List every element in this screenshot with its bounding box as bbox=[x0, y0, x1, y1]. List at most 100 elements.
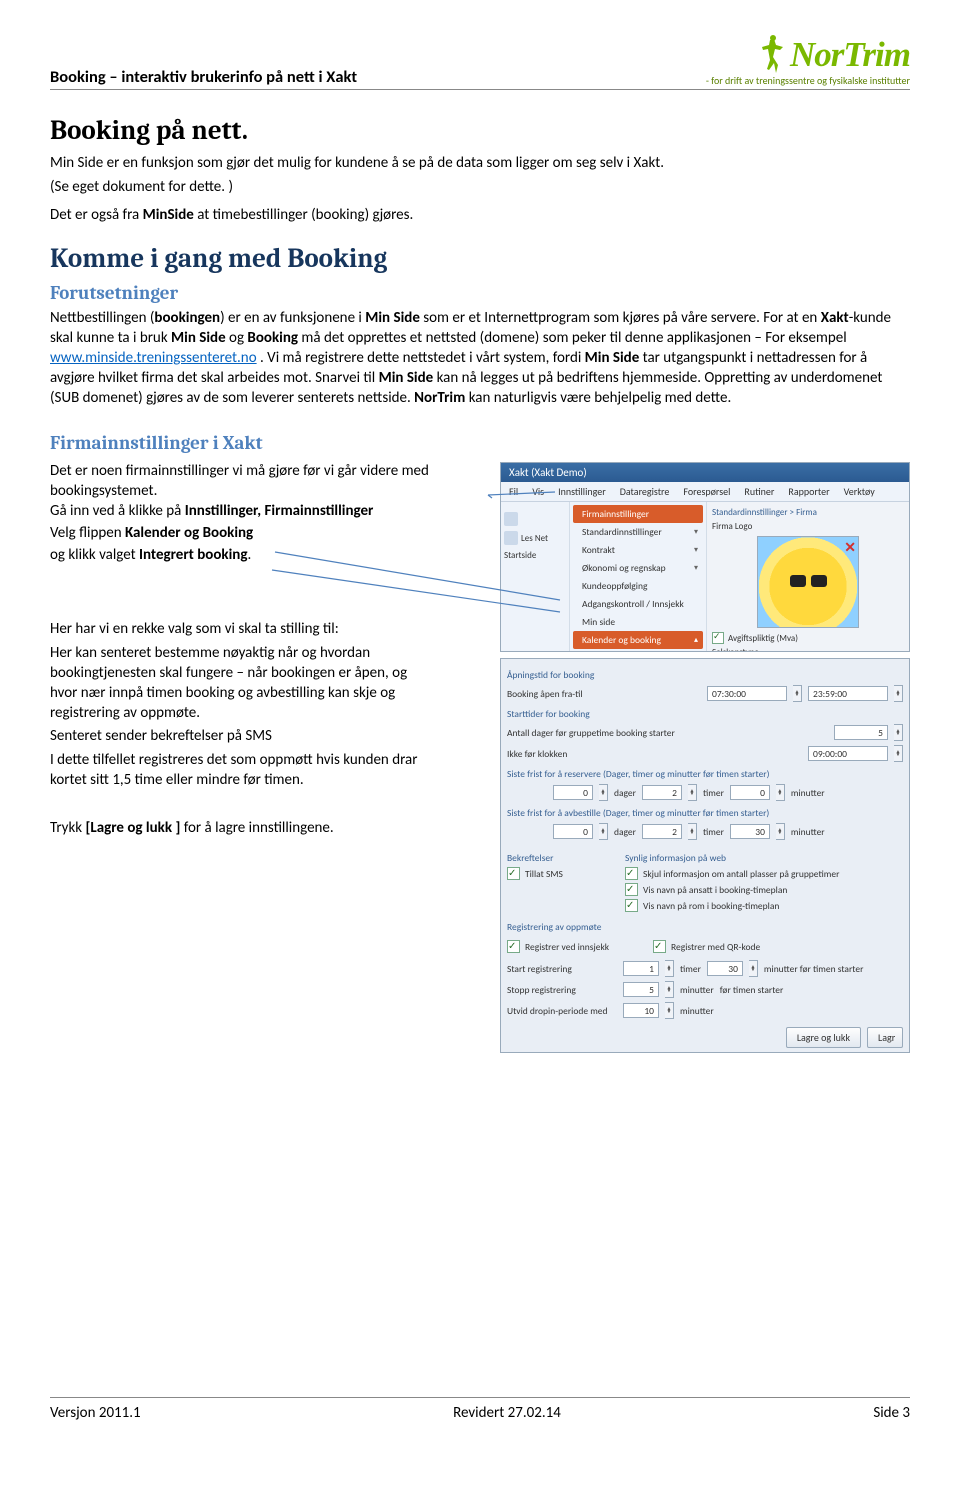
input-avb-hours[interactable]: 2 bbox=[642, 824, 682, 839]
lbl-start-reg: Start registrering bbox=[507, 963, 617, 975]
intro-paragraph-2: Det er også fra MinSide at timebestillin… bbox=[50, 206, 910, 226]
nav-person-icon[interactable] bbox=[504, 512, 566, 526]
left-nav: Les Net Startside bbox=[501, 502, 570, 652]
hdr-synlig-info: Synlig informasjon på web bbox=[625, 852, 903, 864]
checkbox-sms[interactable]: Tillat SMS bbox=[507, 867, 607, 880]
hdr-reg-oppmote: Registrering av oppmøte bbox=[507, 921, 903, 933]
checkbox-vis-ansatt[interactable]: Vis navn på ansatt i booking-timeplan bbox=[625, 883, 903, 896]
nav-startside[interactable]: Startside bbox=[504, 550, 566, 561]
logo-icon bbox=[758, 35, 788, 75]
app-titlebar: Xakt (Xakt Demo) bbox=[501, 463, 909, 482]
label-selskapstype: Selskapstype bbox=[712, 647, 904, 652]
footer-revised: Revidert 27.02.14 bbox=[453, 1404, 561, 1422]
menu-rutiner[interactable]: Rutiner bbox=[744, 485, 774, 498]
page-footer: Versjon 2011.1 Revidert 27.02.14 Side 3 bbox=[50, 1397, 910, 1422]
header-title: Booking – interaktiv brukerinfo på nett … bbox=[50, 67, 357, 87]
spinner-icon[interactable]: ▲▼ bbox=[894, 685, 903, 702]
menu-foresporsel[interactable]: Forespørsel bbox=[683, 485, 730, 498]
input-start-m[interactable]: 30 bbox=[707, 961, 743, 976]
globe-icon bbox=[504, 531, 518, 545]
input-dropin[interactable]: 10 bbox=[623, 1003, 659, 1018]
spinner-icon[interactable]: ▲▼ bbox=[793, 685, 802, 702]
check-icon bbox=[712, 632, 724, 644]
lbl-stopp-reg: Stopp registrering bbox=[507, 984, 617, 996]
hdr-siste-frist-res: Siste frist for å reservere (Dager, time… bbox=[507, 768, 903, 780]
screenshot-firmainnstillinger: Xakt (Xakt Demo) Fil Vis Innstillinger D… bbox=[500, 462, 910, 652]
hdr-bekreftelser: Bekreftelser bbox=[507, 852, 607, 864]
spinner-icon[interactable]: ▲▼ bbox=[749, 960, 758, 977]
opt-minside[interactable]: Min side bbox=[573, 613, 703, 631]
spinner-icon[interactable]: ▲▼ bbox=[776, 823, 785, 840]
spinner-icon[interactable]: ▲▼ bbox=[665, 981, 674, 998]
subheading-forutsetninger: Forutsetninger bbox=[50, 282, 910, 304]
forutsetninger-paragraph: Nettbestillingen (bookingen) er en av fu… bbox=[50, 309, 910, 408]
spinner-icon[interactable]: ▲▼ bbox=[665, 960, 674, 977]
hdr-siste-frist-avb: Siste frist for å avbestille (Dager, tim… bbox=[507, 807, 903, 819]
input-stopp[interactable]: 5 bbox=[623, 982, 659, 997]
input-res-hours[interactable]: 2 bbox=[642, 785, 682, 800]
input-open-from[interactable]: 07:30:00 bbox=[707, 686, 787, 701]
spinner-icon[interactable]: ▲▼ bbox=[688, 823, 697, 840]
sub-integrert-booking[interactable]: Integrert booking bbox=[573, 649, 703, 652]
opt-kundeopp[interactable]: Kundeoppfølging bbox=[573, 577, 703, 595]
logo-tagline: - for drift av treningssentre og fysikal… bbox=[706, 74, 910, 87]
spinner-icon[interactable]: ▲▼ bbox=[599, 784, 608, 801]
intro-paragraph-1b: (Se eget dokument for dette. ) bbox=[50, 178, 910, 198]
label-firma-logo: Firma Logo bbox=[712, 521, 904, 532]
settings-menu: Firmainnstillinger Standardinnstillinger… bbox=[570, 502, 707, 652]
opt-adgang[interactable]: Adgangskontroll / Innsjekk bbox=[573, 595, 703, 613]
input-res-days[interactable]: 0 bbox=[553, 785, 593, 800]
input-avb-min[interactable]: 30 bbox=[730, 824, 770, 839]
button-lagre[interactable]: Lagr bbox=[867, 1027, 903, 1048]
hdr-apningstid: Åpningstid for booking bbox=[507, 669, 903, 681]
tab-firmainnstillinger[interactable]: Firmainnstillinger bbox=[573, 505, 703, 523]
logo-preview: ✕ bbox=[757, 536, 859, 628]
check-icon bbox=[507, 867, 520, 880]
menu-verktoy[interactable]: Verktøy bbox=[844, 485, 875, 498]
menu-dataregistre[interactable]: Dataregistre bbox=[620, 485, 670, 498]
checkbox-vis-rom[interactable]: Vis navn på rom i booking-timeplan bbox=[625, 899, 903, 912]
footer-version: Versjon 2011.1 bbox=[50, 1404, 141, 1422]
input-open-to[interactable]: 23:59:00 bbox=[808, 686, 888, 701]
lbl-booking-apen: Booking åpen fra-til bbox=[507, 688, 583, 700]
subheading-firmainnstillinger: Firmainnstillinger i Xakt bbox=[50, 432, 910, 454]
opt-standard[interactable]: Standardinnstillinger▾ bbox=[573, 523, 703, 541]
checkbox-avgiftspliktig[interactable]: Avgiftspliktig (Mva) bbox=[712, 632, 904, 644]
spinner-icon[interactable]: ▲▼ bbox=[599, 823, 608, 840]
check-icon bbox=[625, 883, 638, 896]
screenshot-booking-settings: Åpningstid for booking Booking åpen fra-… bbox=[500, 658, 910, 1053]
input-res-min[interactable]: 0 bbox=[730, 785, 770, 800]
delete-logo-icon[interactable]: ✕ bbox=[844, 539, 856, 556]
breadcrumb: Standardinnstillinger > Firma bbox=[712, 507, 904, 518]
checkbox-reg-qr[interactable]: Registrer med QR-kode bbox=[653, 940, 760, 953]
app-menubar: Fil Vis Innstillinger Dataregistre Fores… bbox=[501, 482, 909, 502]
input-start-h[interactable]: 1 bbox=[623, 961, 659, 976]
checkbox-reg-innsjekk[interactable]: Registrer ved innsjekk bbox=[507, 940, 647, 953]
opt-okonomi[interactable]: Økonomi og regnskap▾ bbox=[573, 559, 703, 577]
nav-les-net[interactable]: Les Net bbox=[504, 531, 566, 545]
check-icon bbox=[653, 940, 666, 953]
spinner-icon[interactable]: ▲▼ bbox=[894, 745, 903, 762]
opt-kontrakt[interactable]: Kontrakt▾ bbox=[573, 541, 703, 559]
menu-vis[interactable]: Vis bbox=[532, 485, 544, 498]
menu-fil[interactable]: Fil bbox=[509, 485, 518, 498]
input-not-before[interactable]: 09:00:00 bbox=[808, 746, 888, 761]
input-avb-days[interactable]: 0 bbox=[553, 824, 593, 839]
menu-innstillinger[interactable]: Innstillinger bbox=[558, 485, 606, 498]
menu-rapporter[interactable]: Rapporter bbox=[788, 485, 829, 498]
logo: NorTrim - for drift av treningssentre og… bbox=[706, 35, 910, 87]
spinner-icon[interactable]: ▲▼ bbox=[665, 1002, 674, 1019]
footer-page: Side 3 bbox=[873, 1404, 910, 1422]
button-lagre-og-lukk[interactable]: Lagre og lukk bbox=[786, 1027, 861, 1048]
input-days-before[interactable]: 5 bbox=[834, 725, 888, 740]
lbl-utvid-dropin: Utvid dropin-periode med bbox=[507, 1005, 617, 1017]
checkbox-skjul-info[interactable]: Skjul informasjon om antall plasser på g… bbox=[625, 867, 903, 880]
opt-kalender-booking[interactable]: Kalender og booking▴ bbox=[573, 631, 703, 649]
heading-komme-i-gang: Komme i gang med Booking bbox=[50, 243, 910, 274]
spinner-icon[interactable]: ▲▼ bbox=[688, 784, 697, 801]
spinner-icon[interactable]: ▲▼ bbox=[776, 784, 785, 801]
spinner-icon[interactable]: ▲▼ bbox=[894, 724, 903, 741]
lbl-antall-dager: Antall dager før gruppetime booking star… bbox=[507, 727, 675, 739]
link-example-domain[interactable]: www.minside.treningssenteret.no bbox=[50, 349, 257, 367]
check-icon bbox=[625, 899, 638, 912]
